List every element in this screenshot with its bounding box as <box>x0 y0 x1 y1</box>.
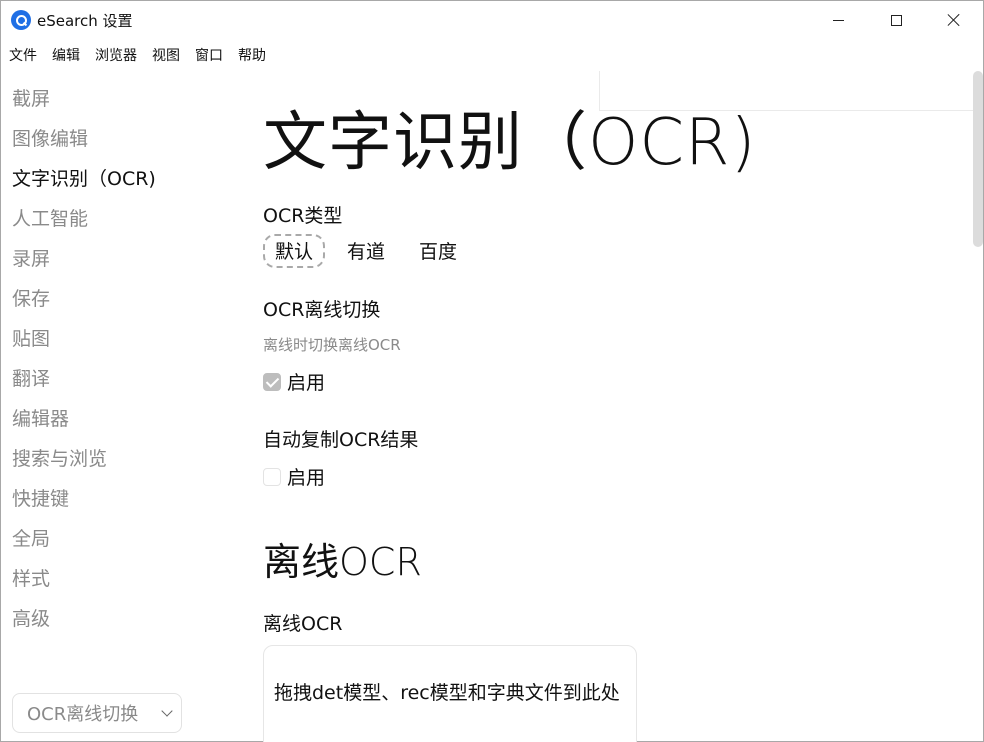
esearch-app-icon <box>11 10 31 30</box>
auto-copy-checkbox[interactable] <box>263 467 281 486</box>
auto-copy-label: 自动复制OCR结果 <box>263 429 419 451</box>
sidebar-item-ocr[interactable]: 文字识别（OCR) <box>1 159 241 199</box>
ocr-type-label: OCR类型 <box>263 205 343 227</box>
maximize-button[interactable] <box>867 1 925 39</box>
ocr-type-option-baidu[interactable]: 百度 <box>407 234 469 268</box>
title-bar: eSearch 设置 <box>1 1 983 39</box>
minimize-button[interactable] <box>809 1 867 39</box>
menu-bar: 文件 编辑 浏览器 视图 窗口 帮助 <box>1 43 281 69</box>
sidebar-item-ai[interactable]: 人工智能 <box>1 199 241 239</box>
model-drop-zone-text: 拖拽det模型、rec模型和字典文件到此处 <box>274 682 620 704</box>
minimize-icon <box>832 19 844 21</box>
ocr-type-radio-group: 默认 有道 百度 <box>263 234 479 268</box>
menu-view[interactable]: 视图 <box>152 43 180 69</box>
sidebar-item-advanced[interactable]: 高级 <box>1 599 241 639</box>
menu-edit[interactable]: 编辑 <box>52 43 80 69</box>
menu-window[interactable]: 窗口 <box>195 43 223 69</box>
offline-ocr-label: 离线OCR <box>263 613 343 635</box>
settings-sidebar: 截屏 图像编辑 文字识别（OCR) 人工智能 录屏 保存 贴图 翻译 编辑器 搜… <box>1 79 241 639</box>
scrollbar-thumb[interactable] <box>973 71 983 247</box>
ocr-type-option-default[interactable]: 默认 <box>263 234 326 268</box>
sidebar-item-editor[interactable]: 编辑器 <box>1 399 241 439</box>
sidebar-item-screenshot[interactable]: 截屏 <box>1 79 241 119</box>
sidebar-item-shortcuts[interactable]: 快捷键 <box>1 479 241 519</box>
sidebar-item-translate[interactable]: 翻译 <box>1 359 241 399</box>
auto-copy-checkbox-row[interactable]: 启用 <box>263 463 325 490</box>
page-title: 文字识别（OCR) <box>263 106 757 180</box>
menu-browser[interactable]: 浏览器 <box>95 43 137 69</box>
close-icon <box>947 13 961 27</box>
sidebar-item-global[interactable]: 全局 <box>1 519 241 559</box>
auto-copy-checkbox-label: 启用 <box>287 467 326 489</box>
sidebar-item-image-edit[interactable]: 图像编辑 <box>1 119 241 159</box>
chevron-down-icon <box>161 705 173 717</box>
ocr-type-option-youdao[interactable]: 有道 <box>335 234 397 268</box>
model-drop-zone[interactable]: 拖拽det模型、rec模型和字典文件到此处 <box>263 645 637 742</box>
menu-help[interactable]: 帮助 <box>238 43 266 69</box>
sidebar-item-screen-record[interactable]: 录屏 <box>1 239 241 279</box>
close-button[interactable] <box>925 1 983 39</box>
offline-switch-description: 离线时切换离线OCR <box>263 336 401 354</box>
sidebar-item-search-browse[interactable]: 搜索与浏览 <box>1 439 241 479</box>
offline-ocr-section-title: 离线OCR <box>263 540 422 584</box>
maximize-icon <box>890 14 902 26</box>
offline-switch-checkbox[interactable] <box>263 372 281 391</box>
offline-switch-label: OCR离线切换 <box>263 299 381 321</box>
sidebar-item-style[interactable]: 样式 <box>1 559 241 599</box>
sidebar-item-pin[interactable]: 贴图 <box>1 319 241 359</box>
menu-file[interactable]: 文件 <box>9 43 37 69</box>
offline-switch-checkbox-row[interactable]: 启用 <box>263 368 325 395</box>
offline-switch-checkbox-label: 启用 <box>287 372 326 394</box>
section-jump-select[interactable]: OCR离线切换 <box>12 693 182 733</box>
window-title: eSearch 设置 <box>37 12 133 30</box>
section-jump-select-value: OCR离线切换 <box>27 704 139 725</box>
sidebar-item-save[interactable]: 保存 <box>1 279 241 319</box>
